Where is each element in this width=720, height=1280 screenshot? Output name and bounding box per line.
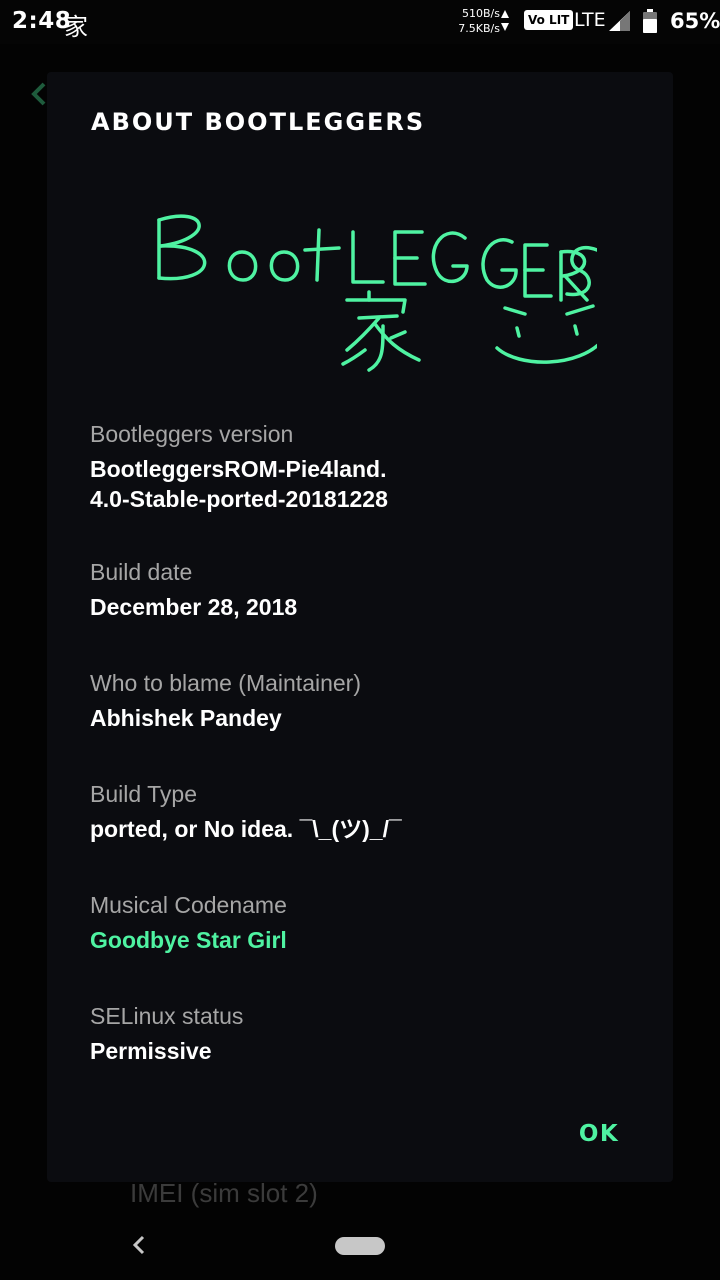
info-label: SELinux status	[90, 1003, 244, 1029]
info-selinux: SELinux status Permissive	[90, 1000, 630, 1066]
volte-badge: Vo LIT	[524, 10, 574, 30]
status-bar: 2:48 家 510B/s 7.5KB/s Vo LIT LTE 65%	[0, 0, 720, 44]
info-label: Who to blame (Maintainer)	[90, 670, 361, 696]
info-version: Bootleggers version BootleggersROM-Pie4l…	[90, 418, 630, 514]
dialog-title: ABOUT BOOTLEGGERS	[91, 108, 426, 136]
status-notification-glyph: 家	[64, 13, 88, 41]
bootleggers-logo	[157, 214, 597, 372]
network-speed: 510B/s 7.5KB/s	[448, 6, 500, 36]
info-label: Musical Codename	[90, 892, 287, 918]
info-build-date: Build date December 28, 2018	[90, 556, 630, 622]
info-value: ported, or No idea. ¯\_(ツ)_/¯	[90, 816, 402, 842]
info-label: Build Type	[90, 781, 197, 807]
info-value: BootleggersROM-Pie4land. 4.0-Stable-port…	[90, 456, 388, 512]
nav-back-icon[interactable]	[130, 1234, 148, 1256]
battery-icon	[643, 9, 657, 33]
about-dialog: ABOUT BOOTLEGGERS Bootleggers version Bo…	[47, 72, 673, 1182]
battery-percent: 65%	[670, 9, 720, 33]
info-value: Abhishek Pandey	[90, 705, 282, 731]
ok-button[interactable]: OK	[567, 1116, 631, 1152]
download-speed: 7.5KB/s	[458, 22, 500, 35]
info-label: Build date	[90, 559, 193, 585]
signal-icon	[609, 11, 630, 31]
data-activity-icon	[501, 10, 509, 31]
info-value: Goodbye Star Girl	[90, 927, 287, 953]
info-maintainer: Who to blame (Maintainer) Abhishek Pande…	[90, 667, 630, 733]
network-type: LTE	[574, 9, 606, 31]
screen: 2:48 家 510B/s 7.5KB/s Vo LIT LTE 65% IME…	[0, 0, 720, 1280]
upload-speed: 510B/s	[462, 7, 500, 20]
info-build-type: Build Type ported, or No idea. ¯\_(ツ)_/¯	[90, 778, 630, 844]
info-value: December 28, 2018	[90, 594, 298, 620]
info-label: Bootleggers version	[90, 421, 294, 447]
info-codename: Musical Codename Goodbye Star Girl	[90, 889, 630, 955]
nav-home-pill[interactable]	[335, 1237, 385, 1255]
info-value: Permissive	[90, 1038, 212, 1064]
status-time: 2:48	[12, 8, 72, 34]
